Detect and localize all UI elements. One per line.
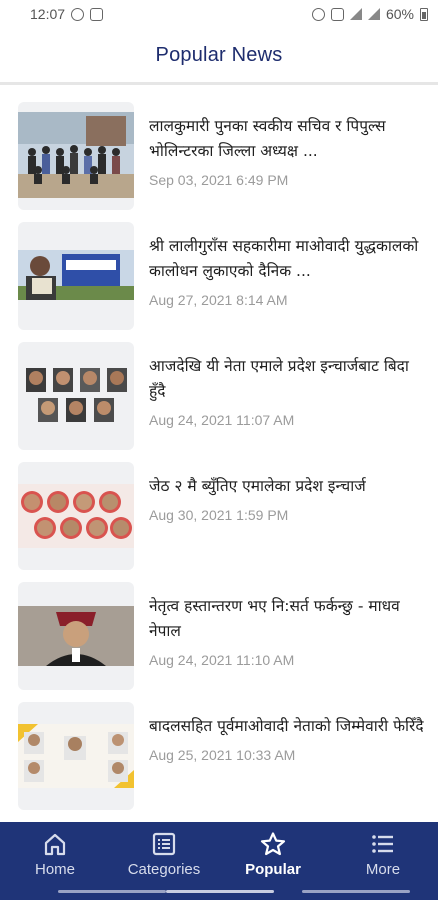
news-item[interactable]: नेतृत्व हस्तान्तरण भए नि:सर्त फर्कन्छु -…: [18, 582, 428, 690]
news-headline[interactable]: नेतृत्व हस्तान्तरण भए नि:सर्त फर्कन्छु -…: [149, 594, 424, 644]
news-thumbnail[interactable]: [18, 102, 134, 210]
news-date: Sep 03, 2021 6:49 PM: [149, 172, 289, 188]
nav-more[interactable]: More: [328, 822, 438, 886]
status-time: 12:07: [30, 6, 66, 22]
categories-icon: [152, 832, 176, 856]
bottom-navigation: Home Categories Popular More: [0, 822, 438, 900]
news-date: Aug 24, 2021 11:10 AM: [149, 652, 295, 668]
nav-categories[interactable]: Categories: [109, 822, 219, 886]
news-date: Aug 25, 2021 10:33 AM: [149, 747, 296, 763]
status-right: 60%: [311, 6, 428, 22]
news-headline[interactable]: लालकुमारी पुनका स्वकीय सचिव र पिपुल्स भो…: [149, 114, 424, 164]
page-title: Popular News: [155, 43, 283, 66]
gesture-back-bar: [302, 890, 410, 893]
news-text: जेठ २ मै ब्युँतिए एमालेका प्रदेश इन्चार्…: [149, 462, 424, 570]
news-item[interactable]: आजदेखि यी नेता एमाले प्रदेश इन्चार्जबाट …: [18, 342, 428, 450]
nav-more-label: More: [365, 861, 401, 878]
news-item[interactable]: जेठ २ मै ब्युँतिए एमालेका प्रदेश इन्चार्…: [18, 462, 428, 570]
news-text: लालकुमारी पुनका स्वकीय सचिव र पिपुल्स भो…: [149, 102, 424, 210]
news-headline[interactable]: जेठ २ मै ब्युँतिए एमालेका प्रदेश इन्चार्…: [149, 474, 424, 499]
news-thumbnail[interactable]: [18, 702, 134, 810]
battery-percent: 60%: [385, 6, 414, 22]
news-headline[interactable]: बादलसहित पूर्वमाओवादी नेताको जिम्मेवारी …: [149, 714, 424, 739]
app-notification-icon: [90, 7, 104, 21]
news-text: आजदेखि यी नेता एमाले प्रदेश इन्चार्जबाट …: [149, 342, 424, 450]
news-thumbnail[interactable]: [18, 342, 134, 450]
news-thumbnail[interactable]: [18, 462, 134, 570]
nav-popular-label: Popular: [245, 861, 301, 878]
news-item[interactable]: श्री लालीगुराँस सहकारीमा माओवादी युद्धका…: [18, 222, 428, 330]
nav-home-label: Home: [34, 861, 75, 878]
wifi-icon: [349, 8, 362, 20]
lock-icon: [330, 7, 344, 21]
news-headline[interactable]: आजदेखि यी नेता एमाले प्रदेश इन्चार्जबाट …: [149, 354, 424, 404]
notification-icon: [71, 7, 85, 21]
news-date: Aug 24, 2021 11:07 AM: [149, 412, 295, 428]
news-date: Aug 27, 2021 8:14 AM: [149, 292, 288, 308]
news-item[interactable]: लालकुमारी पुनका स्वकीय सचिव र पिपुल्स भो…: [18, 102, 428, 210]
news-thumbnail[interactable]: [18, 222, 134, 330]
star-icon: [260, 832, 286, 856]
news-date: Aug 30, 2021 1:59 PM: [149, 507, 289, 523]
news-headline[interactable]: श्री लालीगुराँस सहकारीमा माओवादी युद्धका…: [149, 234, 424, 284]
alarm-icon: [311, 7, 325, 21]
home-icon: [44, 833, 66, 856]
news-item[interactable]: बादलसहित पूर्वमाओवादी नेताको जिम्मेवारी …: [18, 702, 428, 810]
news-list[interactable]: लालकुमारी पुनका स्वकीय सचिव र पिपुल्स भो…: [0, 92, 438, 820]
news-thumbnail[interactable]: [18, 582, 134, 690]
news-text: नेतृत्व हस्तान्तरण भए नि:सर्त फर्कन्छु -…: [149, 582, 424, 690]
nav-categories-label: Categories: [127, 861, 201, 878]
status-bar: 12:07 60%: [0, 0, 438, 28]
news-text: श्री लालीगुराँस सहकारीमा माओवादी युद्धका…: [149, 222, 424, 330]
battery-icon: [420, 7, 428, 21]
gesture-recents-bar: [58, 890, 166, 893]
gesture-home-bar: [166, 890, 274, 893]
nav-popular[interactable]: Popular: [218, 822, 328, 886]
news-text: बादलसहित पूर्वमाओवादी नेताको जिम्मेवारी …: [149, 702, 424, 810]
menu-icon: [372, 835, 393, 853]
app-header: Popular News: [0, 28, 438, 85]
nav-home[interactable]: Home: [0, 822, 110, 886]
signal-icon: [367, 8, 380, 20]
status-left: 12:07: [30, 6, 104, 22]
